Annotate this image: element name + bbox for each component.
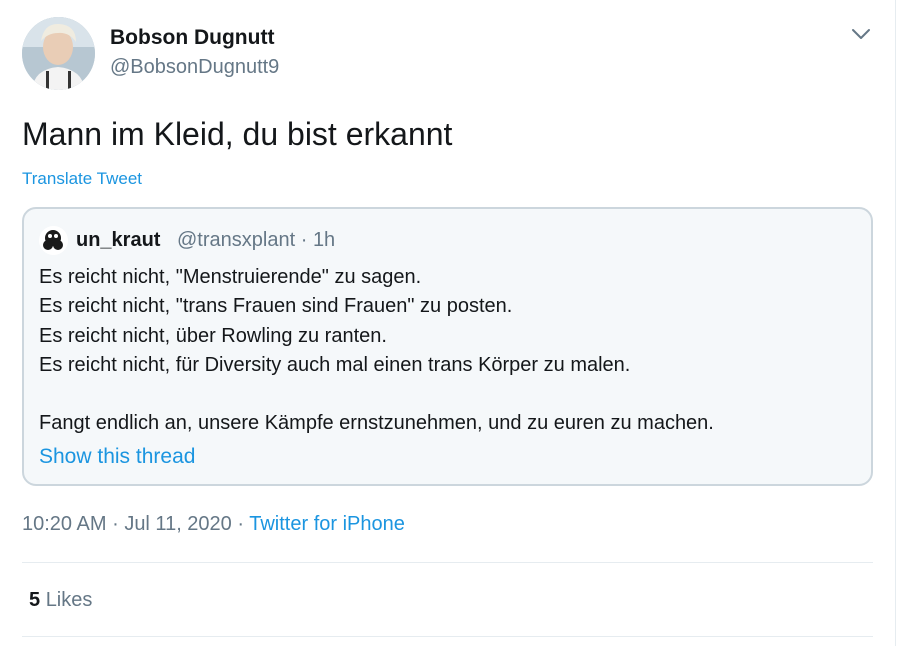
author-name[interactable]: Bobson Dugnutt [110, 26, 274, 50]
likes-label: Likes [45, 589, 93, 611]
likes-count: 5 [29, 589, 41, 611]
quoted-avatar-image [39, 226, 68, 255]
quoted-separator: · [300, 229, 308, 251]
quoted-line: Es reicht nicht, "Menstruierende" zu sag… [39, 266, 422, 288]
quoted-line: Es reicht nicht, "trans Frauen sind Frau… [39, 295, 513, 318]
quoted-author-meta: @transxplant · 1h [177, 229, 335, 252]
tweet-date[interactable]: Jul 11, 2020 [124, 513, 232, 535]
tweet-time[interactable]: 10:20 AM [22, 513, 107, 535]
divider [22, 636, 873, 637]
quoted-line-gap [39, 380, 859, 409]
tweet-source-link[interactable]: Twitter for iPhone [249, 513, 405, 535]
chevron-down-icon[interactable] [850, 26, 872, 42]
quoted-tweet[interactable]: un_kraut @transxplant · 1h Es reicht nic… [22, 207, 873, 486]
avatar[interactable] [22, 17, 95, 90]
quoted-line: Fangt endlich an, unsere Kämpfe ernstzun… [39, 412, 714, 435]
show-thread-link[interactable]: Show this thread [39, 445, 195, 469]
tweet-detail: Bobson Dugnutt @BobsonDugnutt9 Mann im K… [0, 0, 896, 646]
quoted-time[interactable]: 1h [313, 229, 335, 251]
quoted-line: Es reicht nicht, über Rowling zu ranten. [39, 324, 387, 347]
meta-separator: · [112, 513, 119, 535]
quoted-author-name[interactable]: un_kraut [76, 229, 160, 252]
avatar-image [22, 17, 95, 90]
divider [22, 562, 873, 563]
author-handle[interactable]: @BobsonDugnutt9 [110, 56, 279, 79]
quoted-author-handle[interactable]: @transxplant [177, 229, 295, 251]
likes-stat[interactable]: 5 Likes [29, 589, 92, 612]
tweet-text: Mann im Kleid, du bist erkannt [22, 116, 453, 152]
quoted-avatar[interactable] [39, 226, 68, 255]
translate-tweet-link[interactable]: Translate Tweet [22, 169, 142, 189]
quoted-tweet-text: Es reicht nicht, "Menstruierende" zu sag… [39, 263, 859, 439]
tweet-meta: 10:20 AM · Jul 11, 2020 · Twitter for iP… [22, 513, 405, 536]
meta-separator: · [237, 513, 245, 535]
quoted-line: Es reicht nicht, für Diversity auch mal … [39, 353, 631, 376]
